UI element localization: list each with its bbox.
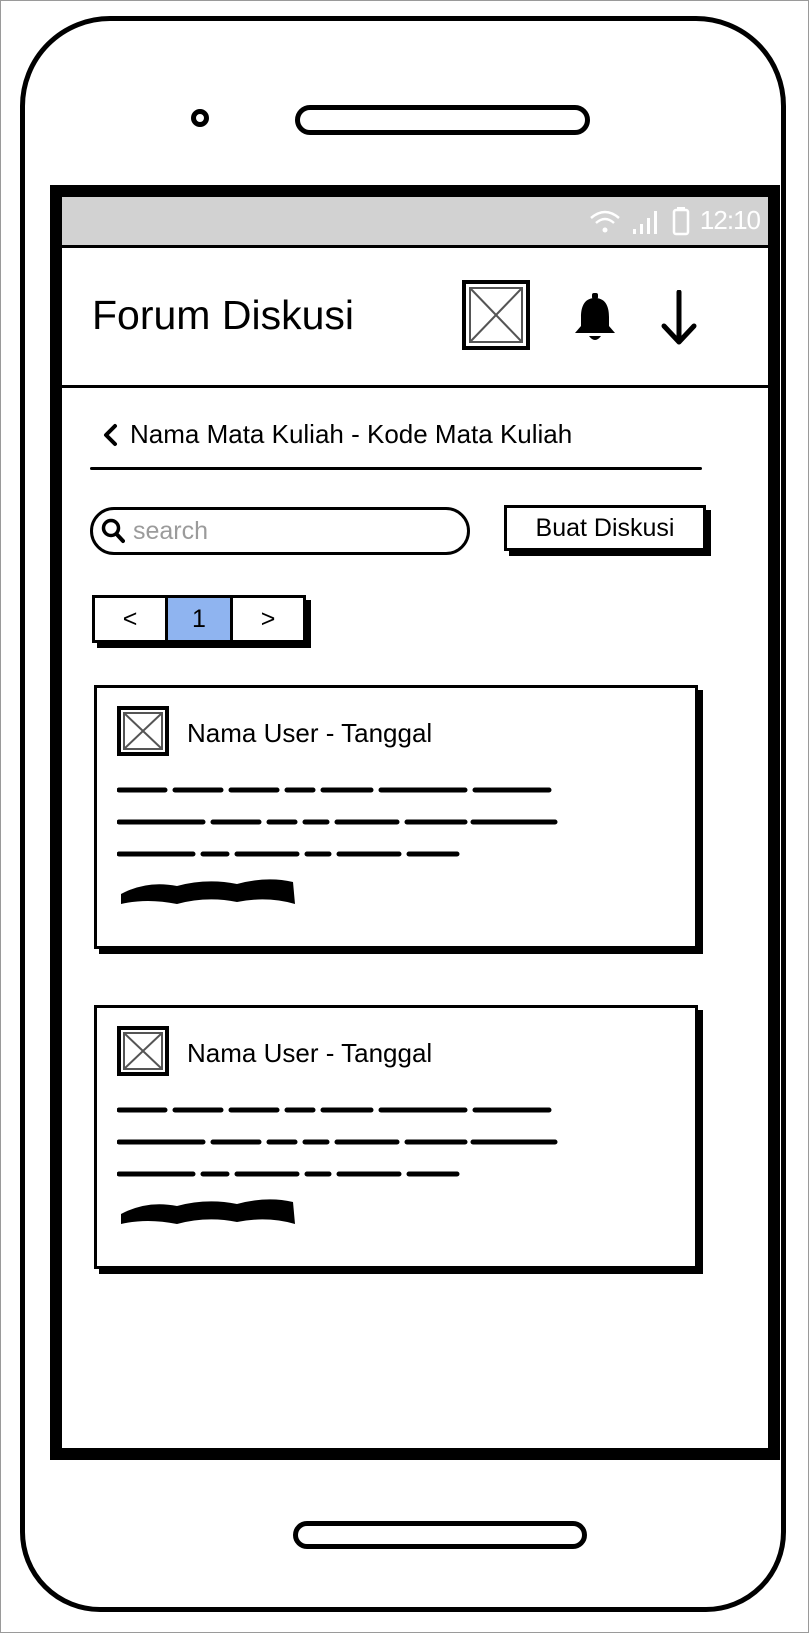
- image-placeholder-icon[interactable]: [462, 280, 530, 350]
- bell-icon[interactable]: [572, 292, 618, 344]
- discussion-card[interactable]: Nama User - Tanggal: [94, 1005, 698, 1269]
- breadcrumb-label: Nama Mata Kuliah - Kode Mata Kuliah: [130, 419, 573, 449]
- wifi-icon: [590, 210, 620, 232]
- create-discussion-button[interactable]: Buat Diskusi: [504, 505, 706, 551]
- pagination-current-page[interactable]: 1: [165, 595, 233, 643]
- search-icon: [101, 518, 125, 543]
- battery-icon: [672, 206, 690, 235]
- pagination-prev-button[interactable]: <: [92, 595, 168, 643]
- search-input[interactable]: [131, 515, 435, 547]
- avatar-placeholder-icon: [117, 1026, 169, 1076]
- status-bar: 12:10: [62, 197, 768, 245]
- pagination-next-button[interactable]: >: [230, 595, 306, 643]
- post-author-date: Nama User - Tanggal: [187, 1038, 433, 1068]
- phone-screen: 12:10 Forum Diskusi Nama Mata Kuliah - K…: [50, 185, 780, 1460]
- text-placeholder-scribble: [117, 1107, 558, 1224]
- post-author-date: Nama User - Tanggal: [187, 718, 433, 748]
- status-time: 12:10: [699, 205, 761, 235]
- camera-icon: [191, 109, 209, 127]
- pagination: < 1 >: [92, 595, 306, 643]
- breadcrumb-divider: [90, 467, 702, 470]
- avatar-placeholder-icon: [117, 706, 169, 756]
- arrow-down-icon[interactable]: [659, 290, 699, 346]
- discussion-card[interactable]: Nama User - Tanggal: [94, 685, 698, 949]
- app-header: Forum Diskusi: [62, 245, 768, 388]
- text-placeholder-scribble: [117, 787, 558, 904]
- home-button[interactable]: [293, 1521, 587, 1549]
- speaker-grille: [295, 105, 590, 135]
- chevron-left-icon[interactable]: [102, 423, 118, 447]
- signal-icon: [632, 210, 657, 234]
- search-field[interactable]: [90, 507, 470, 555]
- breadcrumb[interactable]: Nama Mata Kuliah - Kode Mata Kuliah: [102, 419, 572, 450]
- page-title: Forum Diskusi: [92, 292, 354, 338]
